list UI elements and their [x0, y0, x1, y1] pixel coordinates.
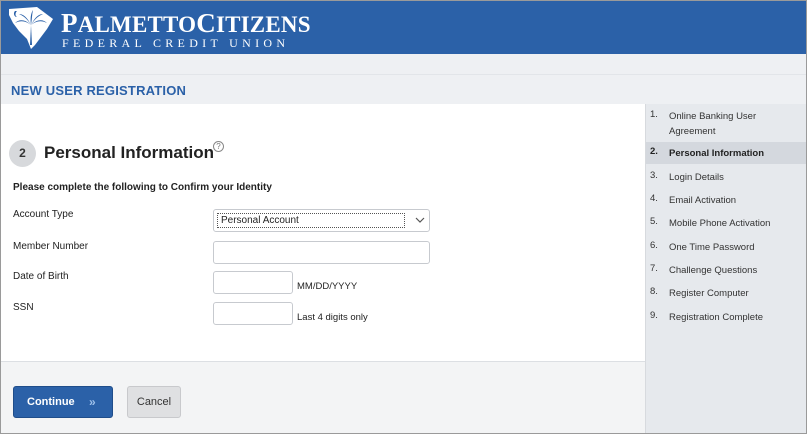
step-label: One Time Password — [669, 242, 755, 253]
member-number-input[interactable] — [213, 241, 430, 264]
continue-button[interactable]: Continue » — [13, 386, 113, 418]
sidebar-step-5: 5. Mobile Phone Activation — [646, 212, 806, 234]
member-number-label: Member Number — [13, 241, 89, 252]
account-type-label: Account Type — [13, 209, 74, 220]
step-num: 7. — [650, 263, 658, 274]
page-title: NEW USER REGISTRATION — [11, 83, 187, 98]
header-spacer — [1, 54, 806, 74]
form-instruction: Please complete the following to Confirm… — [13, 182, 272, 193]
date-format-hint: MM/DD/YYYY — [297, 281, 358, 292]
sidebar-step-6: 6. One Time Password — [646, 236, 806, 258]
date-of-birth-input[interactable] — [213, 271, 293, 294]
sidebar-step-7: 7. Challenge Questions — [646, 259, 806, 281]
step-num: 4. — [650, 193, 658, 204]
step-num: 9. — [650, 310, 658, 321]
site-header: PALMETTOCITIZENS FEDERAL CREDIT UNION — [1, 1, 806, 54]
cancel-button[interactable]: Cancel — [127, 386, 181, 418]
ssn-label: SSN — [13, 302, 34, 313]
step-num: 3. — [650, 170, 658, 181]
select-focus-ring: Personal Account — [217, 213, 405, 228]
step-label: Email Activation — [669, 195, 737, 206]
step-label: Register Computer — [669, 288, 749, 299]
registration-form: 2 Personal Information ? Please complete… — [1, 104, 645, 361]
continue-label: Continue — [27, 396, 75, 408]
step-num: 1. — [650, 109, 658, 120]
brand-name[interactable]: PALMETTOCITIZENS — [61, 10, 311, 38]
ssn-input[interactable] — [213, 302, 293, 325]
step-num: 6. — [650, 240, 658, 251]
step-num: 5. — [650, 216, 658, 227]
question-circle-icon[interactable]: ? — [213, 141, 224, 152]
title-bar: NEW USER REGISTRATION — [1, 74, 806, 104]
chevron-down-icon[interactable] — [413, 213, 427, 227]
step-num: 8. — [650, 286, 658, 297]
step-label: Mobile Phone Activation — [669, 218, 771, 229]
palmetto-logo-icon[interactable] — [7, 5, 55, 51]
ssn-hint: Last 4 digits only — [297, 312, 368, 323]
step-number-badge: 2 — [9, 140, 36, 167]
step-num: 2. — [650, 146, 658, 157]
form-footer: Continue » Cancel — [1, 361, 645, 433]
sidebar-step-4: 4. Email Activation — [646, 189, 806, 211]
brand-subtitle: FEDERAL CREDIT UNION — [62, 36, 290, 50]
double-chevron-right-icon: » — [89, 395, 96, 409]
section-title: Personal Information — [44, 143, 215, 162]
step-label: Challenge Questions — [669, 265, 758, 276]
app-frame: PALMETTOCITIZENS FEDERAL CREDIT UNION NE… — [0, 0, 807, 434]
step-label: Personal Information — [669, 148, 765, 159]
step-label: Online Banking User Agreement — [669, 111, 757, 137]
step-label: Login Details — [669, 172, 724, 183]
sidebar-step-1: 1. Online Banking User Agreement — [646, 108, 806, 140]
sidebar-step-2: 2. Personal Information — [646, 142, 806, 164]
account-type-select[interactable]: Personal Account — [213, 209, 430, 232]
account-type-value: Personal Account — [221, 215, 299, 226]
step-label: Registration Complete — [669, 312, 763, 323]
sidebar-step-3: 3. Login Details — [646, 166, 806, 188]
sidebar-step-9: 9. Registration Complete — [646, 306, 806, 328]
date-of-birth-label: Date of Birth — [13, 271, 69, 282]
sidebar-step-8: 8. Register Computer — [646, 282, 806, 304]
registration-steps-sidebar: 1. Online Banking User Agreement 2. Pers… — [645, 104, 806, 433]
